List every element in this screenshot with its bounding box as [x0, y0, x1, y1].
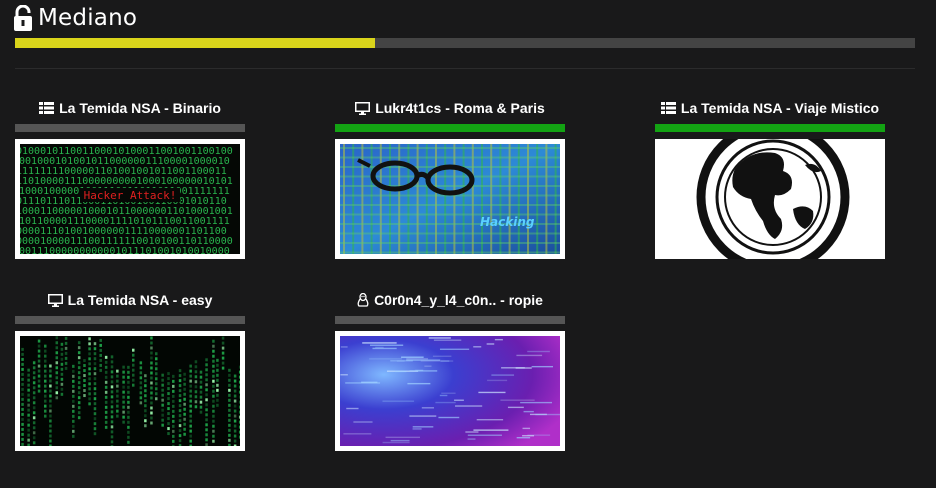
linux-icon	[357, 293, 369, 307]
machine-card[interactable]: La Temida NSA - Binario 0100010110011000…	[15, 97, 245, 259]
unlock-icon	[14, 5, 32, 31]
machine-thumbnail[interactable]: 010001011001100010100011001001100100 1001…	[15, 139, 245, 259]
globe-image	[655, 139, 885, 259]
grid-icon	[660, 102, 676, 114]
page-title: Mediano	[38, 5, 138, 31]
machine-thumbnail[interactable]	[655, 139, 885, 259]
machine-status-bar	[335, 124, 565, 132]
machine-title[interactable]: La Temida NSA - easy	[15, 289, 245, 311]
machine-card[interactable]: Lukr4t1cs - Roma & Paris Hacking	[335, 97, 565, 259]
progress-fill	[15, 38, 375, 48]
machine-card[interactable]: La Temida NSA - Viaje Mistico	[655, 97, 885, 259]
code-rain-image	[20, 336, 240, 446]
monitor-icon	[47, 293, 63, 307]
machine-title[interactable]: C0r0n4_y_l4_c0n.. - ropie	[335, 289, 565, 311]
monitor-icon	[355, 101, 371, 115]
machine-thumbnail[interactable]: Hacking	[335, 139, 565, 259]
machine-name: La Temida NSA - Viaje Mistico	[680, 100, 880, 116]
machine-thumbnail[interactable]	[335, 331, 565, 451]
svg-text:000111000000000001011101001010: 000111000000000001011101001010010000	[20, 246, 230, 254]
image-text: Hacking	[480, 215, 535, 229]
machine-status-bar	[655, 124, 885, 132]
machine-status-bar	[15, 316, 245, 324]
machine-name: Lukr4t1cs - Roma & Paris	[375, 100, 545, 116]
machine-title[interactable]: La Temida NSA - Binario	[15, 97, 245, 119]
machine-name: C0r0n4_y_l4_c0n.. - ropie	[374, 292, 543, 308]
machine-thumbnail[interactable]	[15, 331, 245, 451]
machine-status-bar	[335, 316, 565, 324]
machine-title[interactable]: Lukr4t1cs - Roma & Paris	[335, 97, 565, 119]
glasses-hacking-image: Hacking	[340, 144, 560, 254]
machine-title[interactable]: La Temida NSA - Viaje Mistico	[655, 97, 885, 119]
machine-status-bar	[15, 124, 245, 132]
machine-card[interactable]: La Temida NSA - easy	[15, 289, 245, 451]
machine-name: La Temida NSA - Binario	[59, 100, 221, 116]
divider	[15, 68, 915, 69]
image-text: Hacker Attack!	[84, 189, 177, 202]
page-header: Mediano	[14, 3, 137, 33]
purple-code-image	[340, 336, 560, 446]
machine-name: La Temida NSA - easy	[67, 292, 213, 308]
machine-card[interactable]: C0r0n4_y_l4_c0n.. - ropie	[335, 289, 565, 451]
binary-image: 0100010110011000101000110010011001001001…	[20, 144, 240, 254]
grid-icon	[39, 102, 55, 114]
progress-bar	[15, 38, 915, 48]
